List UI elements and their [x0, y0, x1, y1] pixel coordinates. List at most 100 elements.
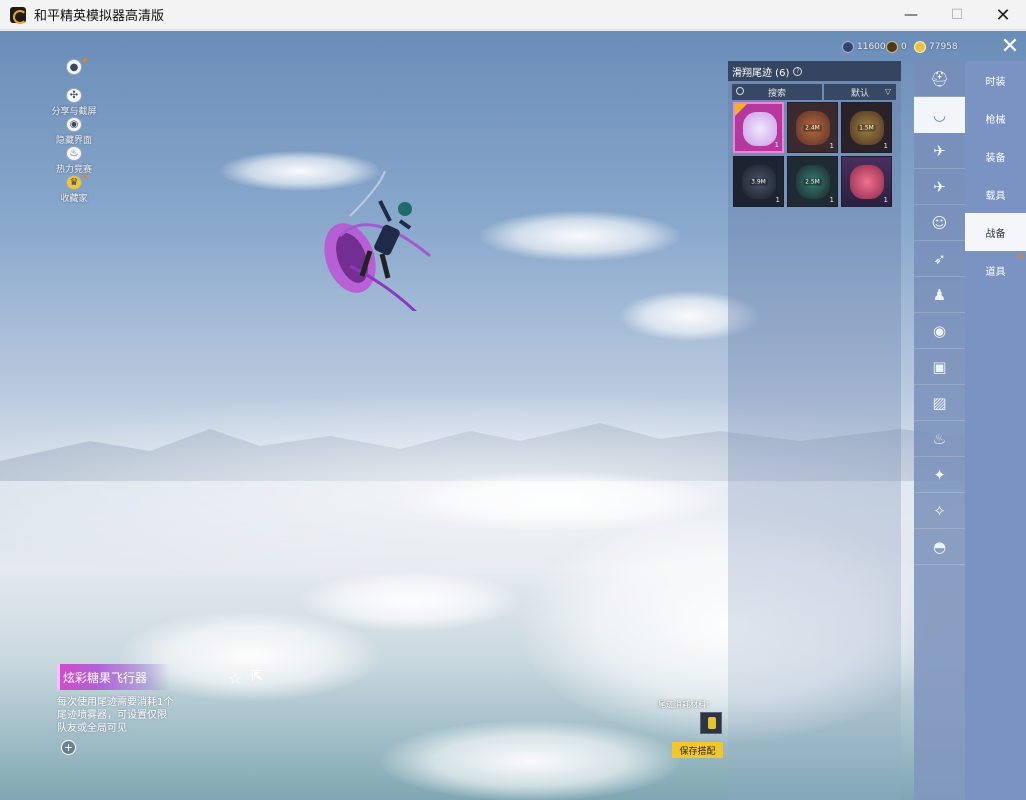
sort-dropdown[interactable]: 默认 ▽	[824, 84, 896, 100]
left-action-menu: ● ✣ 分享与截屏 ◉ 隐藏界面 ♨ 热力竞赛 ♛ 收藏家	[50, 58, 98, 204]
panel-header: 滑翔尾迹 (6) ?	[728, 61, 901, 81]
tab-label: 道具	[985, 266, 1006, 278]
character-with-trail	[324, 170, 431, 311]
sparkle-icon[interactable]: ✦	[914, 457, 965, 493]
notification-dot	[83, 174, 87, 178]
left-menu-label: 热力竞赛	[55, 165, 92, 175]
trail-panel: 滑翔尾迹 (6) ? 搜索 默认 ▽ 1 2.4M 1 1.5M 1 3.9M …	[728, 61, 901, 800]
trail-tile[interactable]: 1	[841, 156, 892, 207]
tile-count: 1	[775, 196, 780, 204]
material-label: 尾迹消耗材料：	[658, 700, 714, 709]
trail-art	[743, 112, 777, 146]
gem-currency: 11600	[842, 40, 886, 54]
tile-badge: 2.5M	[803, 178, 822, 185]
trail-icon[interactable]: ◡	[914, 97, 965, 133]
robot-icon[interactable]: ♟	[914, 277, 965, 313]
item-description: 每次使用尾迹需要消耗1个尾迹喷雾器，可设置仅限队友或全局可见	[57, 697, 174, 734]
window-title: 和平精英模拟器高清版	[34, 9, 165, 24]
coin-amount: 77958	[929, 42, 958, 52]
ufo-icon[interactable]: ◓	[914, 529, 965, 565]
notification-dot	[1019, 254, 1023, 258]
info-icon[interactable]: ?	[793, 66, 803, 76]
item-name-banner: 炫彩糖果飞行器	[57, 664, 170, 690]
close-icon[interactable]: ✕	[996, 36, 1024, 58]
medal-amount: 0	[901, 42, 907, 52]
tile-count: 1	[883, 142, 888, 150]
spray-icon[interactable]: ♨	[914, 421, 965, 457]
left-menu-profile[interactable]: ●	[50, 58, 98, 88]
tile-count: 1	[829, 196, 834, 204]
helmet-icon[interactable]: ⛑	[914, 61, 965, 97]
cloud	[480, 211, 680, 261]
tile-count: 1	[829, 142, 834, 150]
tile-count: 1	[774, 141, 779, 149]
share-icon: ✣	[66, 88, 82, 103]
category-icon-column: ⛑ ◡ ✈ ✈ ☺ ➶ ♟ ◉ ▣ ▨ ♨ ✦ ✧ ◓	[914, 61, 965, 800]
notification-dot	[83, 58, 87, 62]
trail-art	[850, 165, 884, 199]
tab-fashion[interactable]: 时装	[965, 61, 1026, 99]
tab-items[interactable]: 道具	[965, 251, 1026, 289]
star-icon[interactable]: ☆	[228, 669, 242, 688]
trail-tile[interactable]: 2.4M 1	[787, 102, 838, 153]
left-menu-label: 收藏家	[60, 194, 88, 204]
trail-grid: 1 2.4M 1 1.5M 1 3.9M 1 2.5M 1 1	[733, 102, 901, 207]
gem-amount: 11600	[857, 42, 886, 52]
user-icon: ●	[66, 59, 82, 75]
medal-currency: 0	[886, 40, 907, 54]
wand-icon[interactable]: ✧	[914, 493, 965, 529]
share-out-icon[interactable]: ⇱	[251, 667, 264, 685]
emoji-icon[interactable]: ☺	[914, 205, 965, 241]
close-window-button[interactable]: ✕	[980, 0, 1026, 30]
crown-icon: ♛	[66, 175, 82, 190]
new-tag-icon	[735, 104, 747, 116]
tab-combat-prep[interactable]: 战备	[965, 213, 1026, 251]
left-menu-share[interactable]: ✣ 分享与截屏	[50, 88, 98, 117]
tab-vehicles[interactable]: 载具	[965, 175, 1026, 213]
minimize-button[interactable]: —	[888, 0, 934, 30]
add-icon[interactable]: +	[61, 740, 76, 755]
app-logo-icon	[10, 6, 27, 24]
maximize-button[interactable]: ☐	[934, 0, 980, 30]
tab-equipment[interactable]: 装备	[965, 137, 1026, 175]
eye-icon: ◉	[66, 117, 82, 132]
drone-icon[interactable]: ✈	[914, 133, 965, 169]
sort-label: 默认	[850, 88, 869, 99]
tile-badge: 1.5M	[857, 124, 876, 131]
panel-title: 滑翔尾迹 (6)	[732, 67, 790, 79]
search-input[interactable]: 搜索	[732, 84, 822, 100]
window-titlebar: 和平精英模拟器高清版 — ☐ ✕	[0, 0, 1026, 30]
sound-icon[interactable]: ◉	[914, 313, 965, 349]
gem-icon	[842, 41, 854, 53]
photo-icon[interactable]: ▨	[914, 385, 965, 421]
left-menu-collector[interactable]: ♛ 收藏家	[50, 174, 98, 204]
trail-tile[interactable]: 2.5M 1	[787, 156, 838, 207]
tile-count: 1	[883, 196, 888, 204]
tile-badge: 2.4M	[803, 124, 822, 131]
left-menu-heat-contest[interactable]: ♨ 热力竞赛	[50, 146, 98, 175]
game-scene: ● ✣ 分享与截屏 ◉ 隐藏界面 ♨ 热力竞赛 ♛ 收藏家 11600 0 77…	[0, 31, 1026, 800]
medal-icon	[886, 41, 898, 53]
plane-icon[interactable]: ✈	[914, 169, 965, 205]
coin-icon	[914, 41, 926, 53]
main-tab-column: 时装 枪械 装备 载具 战备 道具	[965, 61, 1026, 800]
spray-material-slot[interactable]	[700, 712, 722, 734]
trail-tile[interactable]: 1.5M 1	[841, 102, 892, 153]
card-icon[interactable]: ▣	[914, 349, 965, 385]
search-icon	[736, 87, 744, 95]
search-placeholder: 搜索	[767, 88, 786, 99]
search-row: 搜索 默认 ▽	[732, 84, 897, 100]
tile-badge: 3.9M	[749, 178, 768, 185]
chevron-down-icon: ▽	[884, 87, 891, 96]
trail-tile[interactable]: 3.9M 1	[733, 156, 784, 207]
cloud	[380, 721, 680, 800]
coin-currency: 77958	[914, 40, 958, 54]
left-menu-hide-ui[interactable]: ◉ 隐藏界面	[50, 117, 98, 146]
flight-icon[interactable]: ➶	[914, 241, 965, 277]
save-outfit-button[interactable]: 保存搭配	[672, 742, 723, 758]
left-menu-label: 隐藏界面	[55, 136, 92, 146]
left-menu-label: 分享与截屏	[51, 107, 97, 117]
tab-guns[interactable]: 枪械	[965, 99, 1026, 137]
flame-icon: ♨	[66, 146, 82, 161]
trail-tile[interactable]: 1	[733, 102, 784, 153]
